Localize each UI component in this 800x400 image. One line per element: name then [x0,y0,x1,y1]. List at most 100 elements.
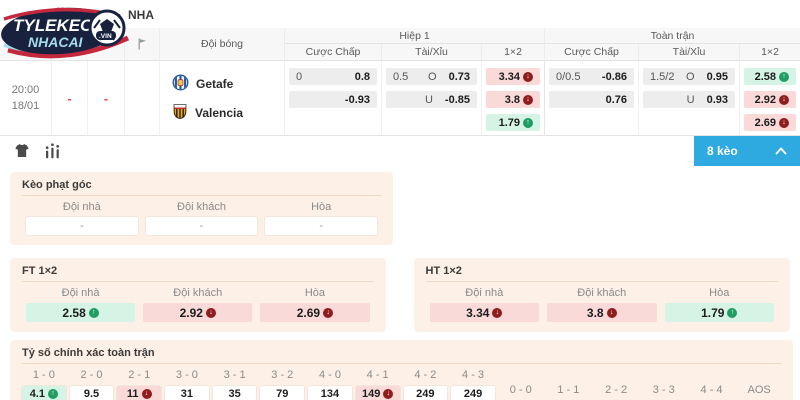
col-header-team: Đội bóng [160,28,285,61]
h1-handicap-home-odd[interactable]: 0 0.8 [289,68,377,85]
ht-home-odd[interactable]: 3.34↓ [430,303,540,322]
league-label: NHA [128,8,154,22]
col-header-time: Thời gian [0,28,52,61]
score-label: 2 - 2 [594,384,638,398]
ft-home-header: Đội nhà [26,287,135,303]
ht-away-header: Đội khách [547,287,657,303]
corner-draw-odd[interactable]: - [265,217,377,235]
arrow-up-circle-icon: ↑ [779,72,789,82]
ft-1x2-panel: FT 1×2 Đội nhà 2.58↑ Đội khách 2.92↓ Hòa… [10,258,386,332]
home-win-odd-1-0[interactable]: 4.1↑ [22,386,66,400]
home-win-odd-4-1[interactable]: 149↓ [356,386,400,400]
score-label: 1 - 1 [547,384,591,398]
score-label: 4 - 3 [451,369,495,383]
getafe-logo [172,74,189,94]
jersey-icon[interactable] [14,143,30,159]
h1-over-odd[interactable]: 0.5 O 0.73 [386,68,477,85]
home-win-odd-4-3[interactable]: 249 [451,386,495,400]
score-label: 4 - 2 [404,369,448,383]
score-label: 3 - 3 [642,384,686,398]
corner-away-odd[interactable]: - [146,217,258,235]
page-header: „ NHA [0,0,800,28]
score-ht-value: - [88,61,125,136]
h1-1x2-draw-odd[interactable]: 1.79↑ [486,114,540,131]
ft-over-odd[interactable]: 1.5/2 O 0.95 [643,68,735,85]
ft-1x2-away-odd[interactable]: 2.92↓ [744,91,796,108]
score-column-4-3: 4 - 3249249 [451,369,495,400]
h1-1x2-cell: 3.34↓ 3.8↓ 1.79↑ [482,61,545,136]
flag-icon [125,28,160,61]
ft-home-odd[interactable]: 2.58↑ [26,303,135,322]
score-label: AOS [737,384,781,398]
h1-1x2-home-odd[interactable]: 3.34↓ [486,68,540,85]
ht-1x2-panel: HT 1×2 Đội nhà 3.34↓ Đội khách 3.8↓ Hòa … [414,258,791,332]
match-flag-cell [125,61,160,136]
draw-column-1-1: 1 - 14.8↓ [547,384,591,400]
score-column-3-0: 3 - 03149 [165,369,209,400]
score-label: 3 - 2 [260,369,304,383]
ft-1x2-draw-odd[interactable]: 2.69↓ [744,114,796,131]
home-team-name: Getafe [196,77,233,91]
home-win-odd-3-1[interactable]: 35 [213,386,257,400]
odds-count-label: 8 kèo [707,144,738,158]
ft-away-odd[interactable]: 2.92↓ [143,303,252,322]
score-label: 4 - 1 [356,369,400,383]
corner-draw-header: Hòa [265,201,377,217]
match-teams: Getafe Vale [160,61,285,136]
draw-column-AOS: AOS154 [737,384,781,400]
valencia-logo [172,103,188,123]
corner-home-odd[interactable]: - [26,217,138,235]
ft-under-odd[interactable]: U 0.93 [643,91,735,108]
ft-away-header: Đội khách [143,287,252,303]
ft-handicap-away-odd[interactable]: 0.76 [549,91,634,108]
ft-handicap-cell: 0/0.5 -0.86 0.76 [545,61,639,136]
ht-home-header: Đội nhà [430,287,540,303]
ft-overunder-cell: 1.5/2 O 0.95 U 0.93 [639,61,740,136]
score-label: 3 - 0 [165,369,209,383]
score-label: 1 - 0 [22,369,66,383]
match-odds-table: Thời gian Tỉ số Đội bóng Hiệp 1 Toàn trậ… [0,28,800,136]
score-column-3-2: 3 - 27994 [260,369,304,400]
col-group-full-match: Toàn trận [545,28,800,44]
panel-title: Tỷ số chính xác toàn trận [22,347,781,364]
arrow-up-circle-icon: ↑ [89,308,99,318]
col-group-first-half: Hiệp 1 [285,28,545,44]
away-team-row[interactable]: Valencia [160,103,284,123]
arrow-down-circle-icon: ↓ [492,308,502,318]
ft-handicap-home-odd[interactable]: 0/0.5 -0.86 [549,68,634,85]
corner-away-header: Đội khách [146,201,258,217]
ht-draw-odd[interactable]: 1.79↑ [665,303,775,322]
score-column-2-1: 2 - 111↓13↓ [117,369,161,400]
home-win-odd-4-2[interactable]: 249 [404,386,448,400]
ft-draw-odd[interactable]: 2.69↓ [260,303,369,322]
home-win-odd-3-0[interactable]: 31 [165,386,209,400]
col-header-overunder-h1: Tài/Xỉu [382,44,482,61]
arrow-down-circle-icon: ↓ [779,118,789,128]
arrow-down-circle-icon: ↓ [607,308,617,318]
home-win-odd-3-2[interactable]: 79 [260,386,304,400]
col-header-1x2-ft: 1×2 [740,44,800,61]
match-time: 20:00 18/01 [0,61,52,136]
ht-draw-header: Hòa [665,287,775,303]
home-win-odd-2-1[interactable]: 11↓ [117,386,161,400]
score-column-3-1: 3 - 13549↓ [213,369,257,400]
score-column-2-0: 2 - 09.513.5↓ [70,369,114,400]
ft-1x2-home-odd[interactable]: 2.58↑ [744,68,796,85]
home-team-row[interactable]: Getafe [160,74,284,94]
arrow-down-circle-icon: ↓ [523,95,533,105]
col-header-overunder-ft: Tài/Xỉu [639,44,740,61]
arrow-down-circle-icon: ↓ [323,308,333,318]
odds-count-button[interactable]: 8 kèo [694,136,800,166]
arrow-down-circle-icon: ↓ [206,308,216,318]
home-win-odd-4-0[interactable]: 134 [308,386,352,400]
ht-away-odd[interactable]: 3.8↓ [547,303,657,322]
home-win-odd-2-0[interactable]: 9.5 [70,386,114,400]
stats-chart-icon[interactable] [44,143,61,160]
h1-under-odd[interactable]: U -0.85 [386,91,477,108]
correct-score-panel: Tỷ số chính xác toàn trận 1 - 04.1↑4.9↑2… [10,340,793,400]
h1-handicap-away-odd[interactable]: -0.93 [289,91,377,108]
col-header-handicap-ft: Cược Chấp [545,44,639,61]
h1-handicap-cell: 0 0.8 -0.93 [285,61,382,136]
h1-1x2-away-odd[interactable]: 3.8↓ [486,91,540,108]
col-header-1x2-h1: 1×2 [482,44,545,61]
